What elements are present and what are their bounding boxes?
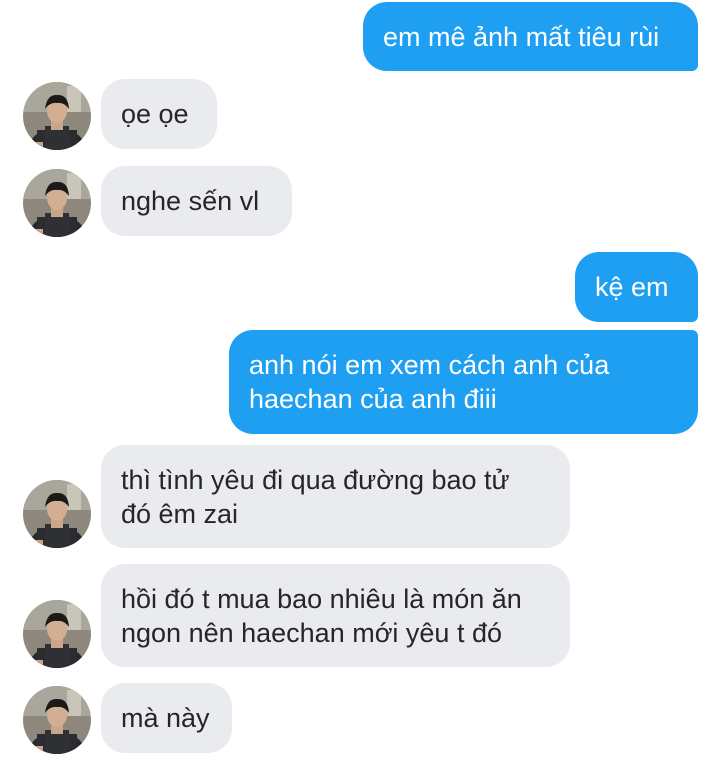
contact-avatar[interactable]	[23, 169, 91, 237]
avatar-image	[23, 169, 91, 237]
message-bubble-outgoing[interactable]: anh nói em xem cách anh của haechan của …	[229, 330, 698, 434]
message-bubble-incoming[interactable]: ọe ọe	[101, 79, 217, 149]
contact-avatar[interactable]	[23, 82, 91, 150]
message-bubble-incoming[interactable]: nghe sến vl	[101, 166, 292, 236]
contact-avatar[interactable]	[23, 600, 91, 668]
message-text: mà này	[121, 703, 210, 733]
avatar-image	[23, 600, 91, 668]
message-text: anh nói em xem cách anh của haechan của …	[249, 350, 610, 414]
message-bubble-incoming[interactable]: mà này	[101, 683, 232, 753]
message-text: nghe sến vl	[121, 186, 260, 216]
message-bubble-outgoing[interactable]: em mê ảnh mất tiêu rùi	[363, 2, 698, 71]
message-text: hồi đó t mua bao nhiêu là món ăn ngon nê…	[121, 583, 522, 648]
message-bubble-incoming[interactable]: thì tình yêu đi qua đường bao tử đó êm z…	[101, 445, 570, 548]
avatar-image	[23, 686, 91, 754]
message-bubble-outgoing[interactable]: kệ em	[575, 252, 698, 322]
message-text: em mê ảnh mất tiêu rùi	[383, 21, 660, 52]
contact-avatar[interactable]	[23, 480, 91, 548]
message-text: ọe ọe	[121, 99, 189, 129]
avatar-image	[23, 480, 91, 548]
avatar-image	[23, 82, 91, 150]
message-bubble-incoming[interactable]: hồi đó t mua bao nhiêu là món ăn ngon nê…	[101, 564, 570, 667]
contact-avatar[interactable]	[23, 686, 91, 754]
message-text: thì tình yêu đi qua đường bao tử đó êm z…	[121, 464, 510, 529]
message-text: kệ em	[595, 272, 669, 302]
